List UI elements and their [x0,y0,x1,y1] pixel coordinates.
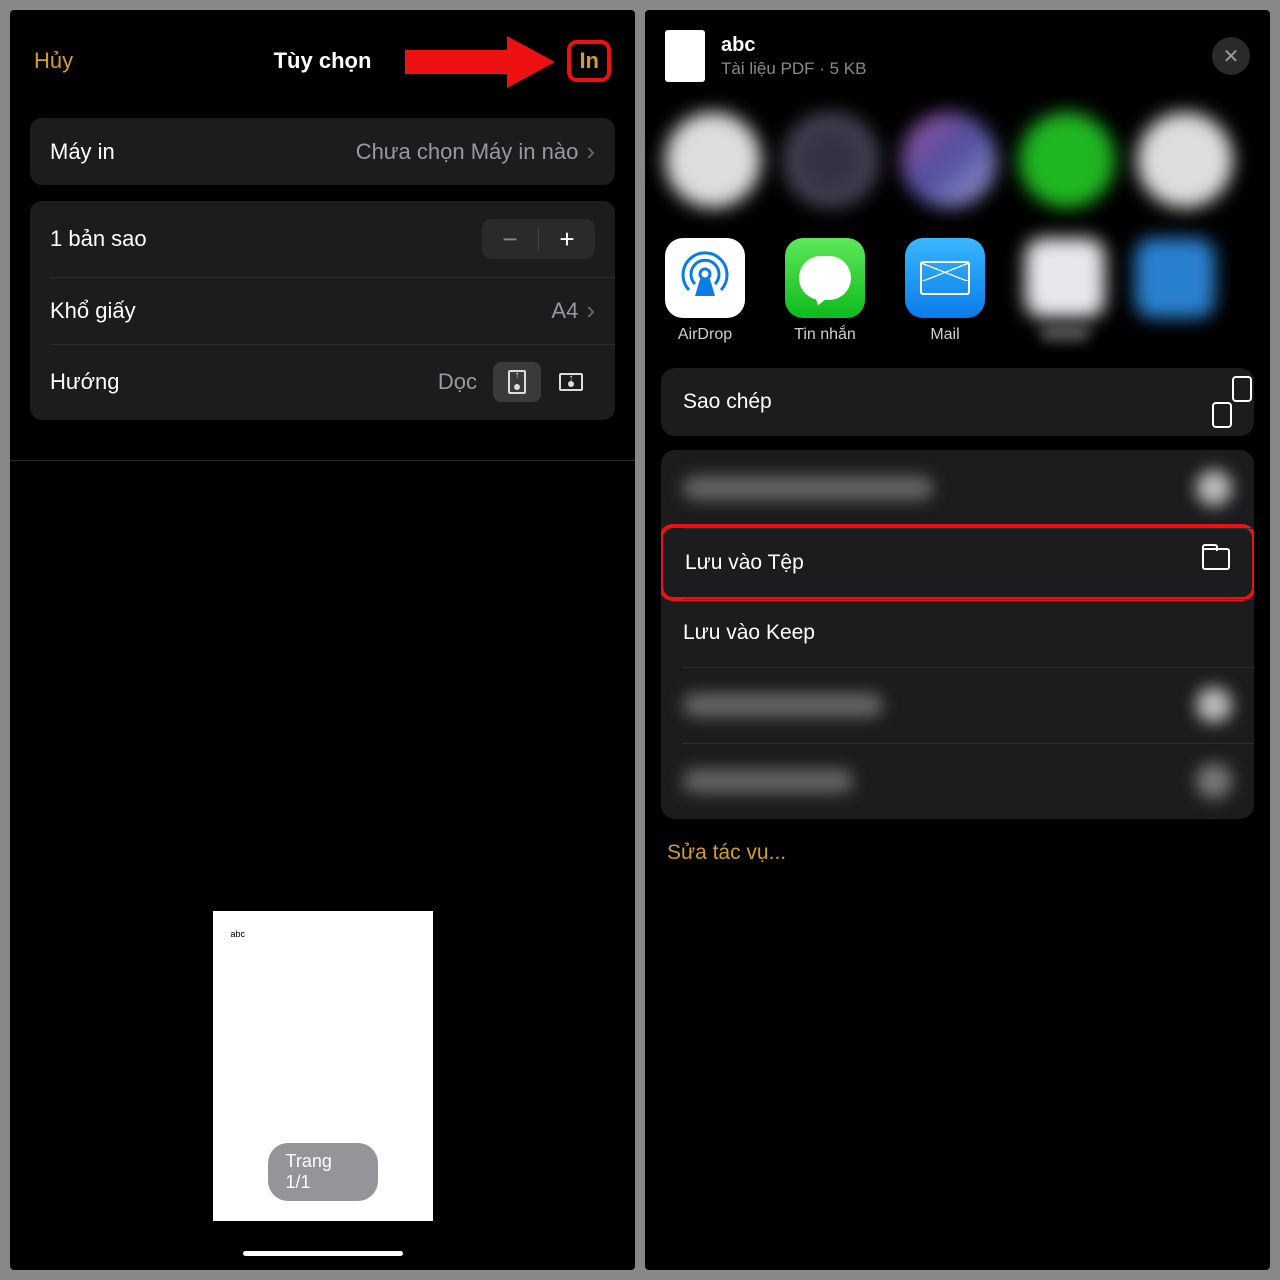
app-icon [1135,238,1215,318]
paper-value: A4 › [551,295,595,326]
chevron-right-icon: › [586,136,595,167]
share-sheet-panel: abc Tài liệu PDF · 5 KB ✕ AirDrop Tin nh… [645,10,1270,1270]
file-thumbnail [665,30,705,82]
copies-row: 1 bản sao − + [30,201,615,277]
portrait-button[interactable]: ↑ [493,362,541,402]
cancel-button[interactable]: Hủy [34,48,73,74]
file-subtitle: Tài liệu PDF · 5 KB [721,59,1196,79]
close-button[interactable]: ✕ [1212,37,1250,75]
landscape-icon: ↑ [559,373,583,391]
page-indicator: Trang 1/1 [268,1143,378,1201]
printer-label: Máy in [50,139,115,165]
save-to-keep-action[interactable]: Lưu vào Keep [661,599,1254,667]
landscape-button[interactable]: ↑ [547,362,595,402]
paper-size-row[interactable]: Khổ giấy A4 › [30,277,615,344]
document-preview[interactable]: abc Trang 1/1 [213,911,433,1221]
paper-label: Khổ giấy [50,298,136,324]
copies-label: 1 bản sao [50,226,147,252]
action-icon [1196,687,1232,723]
home-indicator[interactable] [243,1251,403,1256]
blurred-action[interactable] [661,743,1254,819]
print-options-panel: Hủy Tùy chọn In Máy in Chưa chọn Máy in … [10,10,635,1270]
blurred-action[interactable] [661,667,1254,743]
blurred-app[interactable] [1135,238,1215,344]
edit-actions-link[interactable]: Sửa tác vụ... [645,819,1270,887]
header: Hủy Tùy chọn In [10,10,635,102]
decrease-button[interactable]: − [482,219,538,259]
actions-group: Lưu vào Tệp Lưu vào Keep [661,450,1254,819]
share-header: abc Tài liệu PDF · 5 KB ✕ [645,10,1270,92]
printer-value: Chưa chọn Máy in nào › [356,136,595,167]
printer-row[interactable]: Máy in Chưa chọn Máy in nào › [30,118,615,185]
orientation-row: Hướng Dọc ↑ ↑ [30,344,615,420]
close-icon: ✕ [1223,44,1240,69]
contacts-row [645,92,1270,228]
action-icon [1196,763,1232,799]
blurred-app[interactable] [1025,238,1105,344]
copy-group: Sao chép [661,368,1254,436]
contact-avatar[interactable] [1019,112,1115,208]
copies-stepper: − + [482,219,595,259]
print-button[interactable]: In [567,40,611,82]
folder-icon [1202,548,1230,577]
orientation-label: Hướng [50,369,120,395]
contact-avatar[interactable] [665,112,761,208]
annotation-arrow [405,36,555,86]
preview-area: abc Trang 1/1 [10,460,635,1270]
messages-icon [785,238,865,318]
options-group: 1 bản sao − + Khổ giấy A4 › Hướng Dọc ↑ [30,201,615,420]
blurred-action[interactable] [661,450,1254,526]
airdrop-icon [665,238,745,318]
chevron-right-icon: › [586,295,595,326]
app-icon [1025,238,1105,318]
file-name: abc [721,34,1196,57]
mail-app[interactable]: Mail [905,238,985,344]
apps-row: AirDrop Tin nhắn Mail [645,228,1270,354]
contact-avatar[interactable] [783,112,879,208]
contact-avatar[interactable] [901,112,997,208]
airdrop-app[interactable]: AirDrop [665,238,745,344]
page-title: Tùy chọn [274,48,372,74]
printer-group: Máy in Chưa chọn Máy in nào › [30,118,615,185]
orientation-value: Dọc [438,369,477,395]
increase-button[interactable]: + [539,219,595,259]
portrait-icon: ↑ [508,370,526,394]
action-icon [1196,470,1232,506]
copy-action[interactable]: Sao chép [661,368,1254,436]
messages-app[interactable]: Tin nhắn [785,238,865,344]
document-content: abc [231,929,415,939]
mail-icon [905,238,985,318]
save-to-files-action[interactable]: Lưu vào Tệp [661,524,1254,601]
contact-avatar[interactable] [1137,112,1233,208]
